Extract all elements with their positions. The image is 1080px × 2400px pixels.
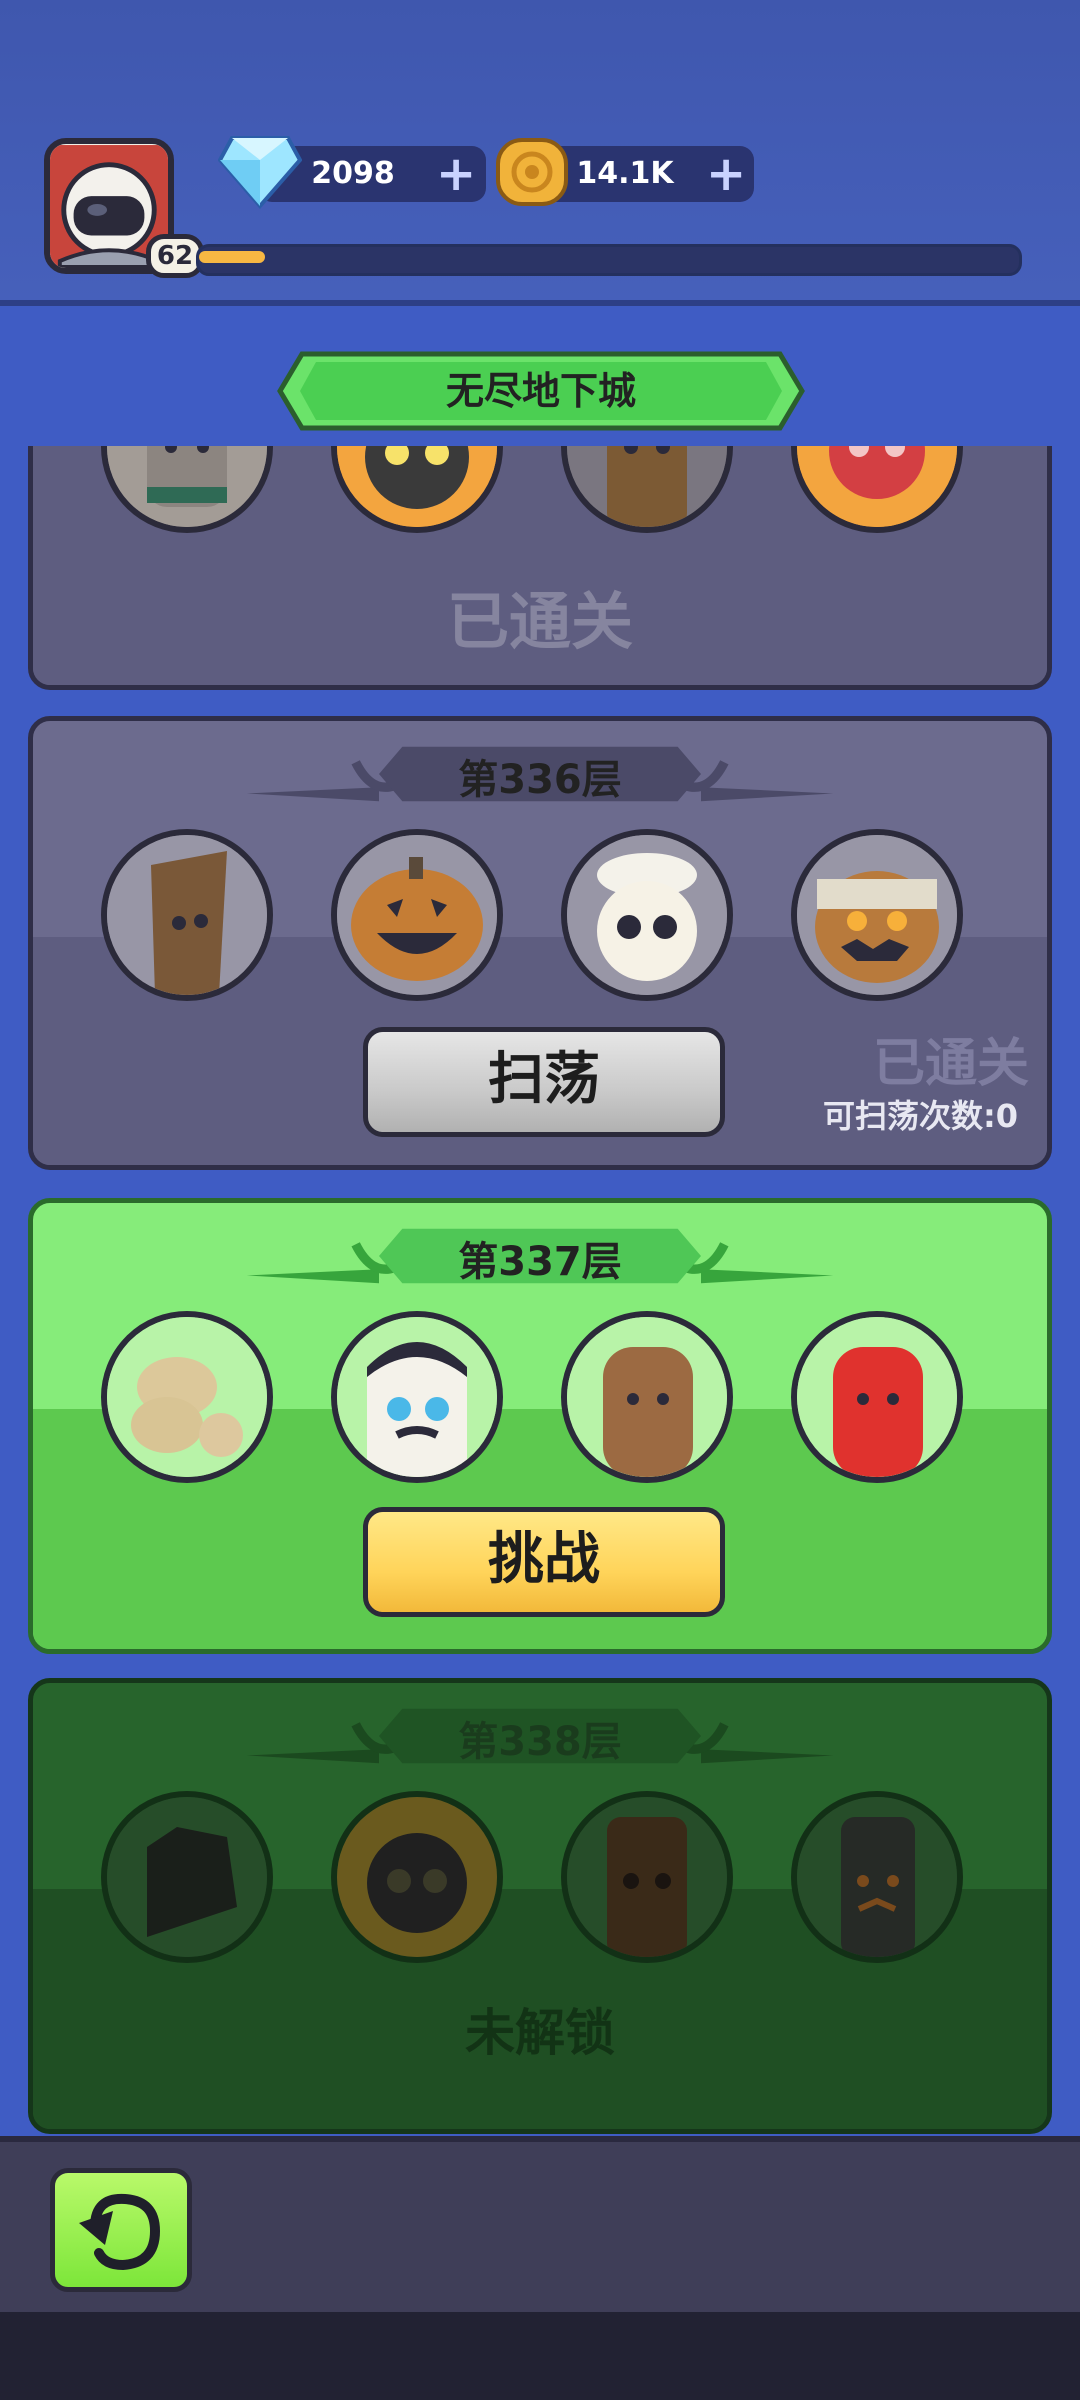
- monster-dark-tree-locked: [791, 1791, 963, 1963]
- xp-progress-fill: [199, 251, 265, 263]
- monster-tree-ghost: [101, 829, 273, 1001]
- back-arrow-icon: [79, 2193, 161, 2271]
- floor-card-338: 第338层 未解锁: [28, 1678, 1052, 2134]
- floor-label-338: 第338层: [458, 1719, 622, 1765]
- coins-value: 14.1K: [576, 156, 674, 191]
- coin-icon: [496, 138, 568, 206]
- floor-335-status: 已通关: [446, 585, 633, 658]
- floor-card-335: 已通关: [28, 446, 1052, 690]
- sweep-button[interactable]: 扫荡: [363, 1027, 725, 1137]
- monster-moth: [101, 1311, 273, 1483]
- dungeon-title-ribbon: 无尽地下城: [276, 348, 806, 434]
- monster-dog-locked: [101, 1791, 273, 1963]
- diamond-icon: [218, 136, 302, 210]
- floor-card-336: 第336层 扫荡 已通关 可扫荡次数:0: [28, 716, 1052, 1170]
- sweep-count-text: 可扫荡次数:0: [823, 1097, 1019, 1135]
- top-header: 62 2098 + 14.1K +: [0, 0, 1080, 306]
- page-title: 无尽地下城: [445, 369, 636, 413]
- floor-label-337: 第337层: [458, 1239, 622, 1285]
- floor-label-336: 第336层: [458, 757, 622, 803]
- monster-tree-locked: [561, 1791, 733, 1963]
- add-coins-button[interactable]: +: [706, 150, 746, 198]
- system-nav-strip: [0, 2312, 1080, 2400]
- floor-list[interactable]: 已通关 第336层 扫荡 已通关 可扫荡次数:0 第337层 挑战 第338层 …: [0, 446, 1080, 2136]
- monster-pumpkin: [331, 829, 503, 1001]
- monster-mummy-pumpkin: [791, 829, 963, 1001]
- add-gems-button[interactable]: +: [436, 150, 476, 198]
- bottom-bar: [0, 2136, 1080, 2318]
- floor-card-337: 第337层 挑战: [28, 1198, 1052, 1654]
- challenge-button[interactable]: 挑战: [363, 1507, 725, 1617]
- floor-336-status: 已通关: [873, 1034, 1030, 1094]
- monster-skull-locked: [331, 1791, 503, 1963]
- monster-brown-hood: [561, 1311, 733, 1483]
- back-button[interactable]: [50, 2168, 192, 2292]
- floor-338-status: 未解锁: [465, 2004, 615, 2062]
- monster-red-hood: [791, 1311, 963, 1483]
- monster-chef-skull: [561, 829, 733, 1001]
- xp-progress-bar: [196, 244, 1022, 276]
- monster-ghost-mustache: [331, 1311, 503, 1483]
